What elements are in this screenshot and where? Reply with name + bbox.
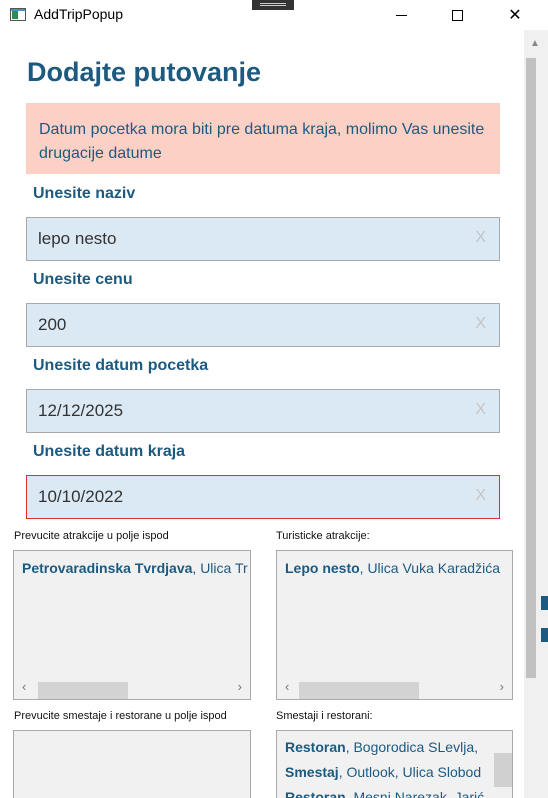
minimize-icon bbox=[395, 14, 407, 16]
end-date-input[interactable] bbox=[27, 476, 467, 518]
list-item[interactable]: Petrovaradinska Tvrdjava, Ulica Tr bbox=[22, 560, 248, 576]
scrollbar-thumb[interactable] bbox=[494, 753, 512, 787]
start-date-input[interactable] bbox=[27, 390, 467, 432]
price-label: Unesite cenu bbox=[33, 271, 133, 288]
scrollbar-thumb[interactable] bbox=[38, 682, 128, 699]
scroll-left-icon[interactable]: ‹ bbox=[22, 679, 26, 694]
close-button[interactable]: ✕ bbox=[492, 0, 538, 30]
end-date-field[interactable]: X bbox=[26, 475, 500, 519]
list-item[interactable]: Lepo nesto, Ulica Vuka Karadžića bbox=[285, 560, 500, 576]
scrollbar-thumb[interactable] bbox=[526, 58, 536, 678]
scroll-left-icon[interactable]: ‹ bbox=[285, 679, 289, 694]
scroll-right-icon[interactable]: › bbox=[500, 679, 504, 694]
scroll-right-icon[interactable]: › bbox=[238, 679, 242, 694]
drag-attractions-caption: Prevucite atrakcije u polje ispod bbox=[14, 530, 169, 542]
accommodation-restaurants-caption: Smestaji i restorani: bbox=[276, 710, 373, 722]
tourist-attractions-list[interactable]: Lepo nesto, Ulica Vuka Karadžića ‹ › bbox=[276, 550, 513, 700]
horizontal-scrollbar[interactable]: ‹ › bbox=[277, 677, 512, 699]
minimize-button[interactable] bbox=[378, 0, 424, 30]
horizontal-scrollbar[interactable]: ‹ › bbox=[14, 677, 250, 699]
close-icon: ✕ bbox=[508, 7, 522, 24]
end-date-label: Unesite datum kraja bbox=[33, 443, 186, 460]
page-title: Dodajte putovanje bbox=[27, 57, 262, 87]
name-input[interactable] bbox=[27, 218, 467, 260]
name-label: Unesite naziv bbox=[33, 185, 136, 202]
price-input[interactable] bbox=[27, 304, 467, 346]
clear-icon[interactable]: X bbox=[475, 401, 486, 419]
error-message: Datum pocetka mora biti pre datuma kraja… bbox=[26, 103, 500, 174]
drag-accommodation-caption: Prevucite smestaje i restorane u polje i… bbox=[14, 710, 227, 722]
list-item[interactable]: Restoran, Bogorodica SLevlja, bbox=[285, 739, 478, 755]
list-item[interactable]: Restoran, Mesni Narezak, Jarić bbox=[285, 789, 484, 798]
name-field[interactable]: X bbox=[26, 217, 500, 261]
title-bar: AddTripPopup ✕ bbox=[0, 0, 548, 30]
scrollbar-thumb[interactable] bbox=[299, 682, 419, 699]
start-date-field[interactable]: X bbox=[26, 389, 500, 433]
start-date-label: Unesite datum pocetka bbox=[33, 357, 209, 374]
background-window-edge bbox=[541, 596, 548, 610]
maximize-button[interactable] bbox=[434, 0, 480, 30]
snap-layout-handle[interactable] bbox=[252, 0, 294, 10]
tourist-attractions-caption: Turisticke atrakcije: bbox=[276, 530, 370, 542]
clear-icon[interactable]: X bbox=[475, 487, 486, 505]
app-icon bbox=[10, 8, 26, 21]
drag-attractions-list[interactable]: Petrovaradinska Tvrdjava, Ulica Tr ‹ › bbox=[13, 550, 251, 700]
vertical-scrollbar[interactable] bbox=[492, 731, 512, 798]
clear-icon[interactable]: X bbox=[475, 229, 486, 247]
list-item[interactable]: Smestaj, Outlook, Ulica Slobod bbox=[285, 764, 481, 780]
price-field[interactable]: X bbox=[26, 303, 500, 347]
background-window-edge bbox=[541, 628, 548, 642]
accommodation-restaurants-list[interactable]: Restoran, Bogorodica SLevlja, Smestaj, O… bbox=[276, 730, 513, 798]
form-content: Dodajte putovanje Datum pocetka mora bit… bbox=[0, 30, 524, 798]
scroll-up-icon[interactable]: ▲ bbox=[530, 38, 540, 49]
window-title: AddTripPopup bbox=[34, 6, 123, 22]
maximize-icon bbox=[451, 9, 463, 21]
main-vertical-scrollbar[interactable]: ▲ bbox=[524, 30, 548, 798]
clear-icon[interactable]: X bbox=[475, 315, 486, 333]
drag-accommodation-list[interactable] bbox=[13, 730, 251, 798]
